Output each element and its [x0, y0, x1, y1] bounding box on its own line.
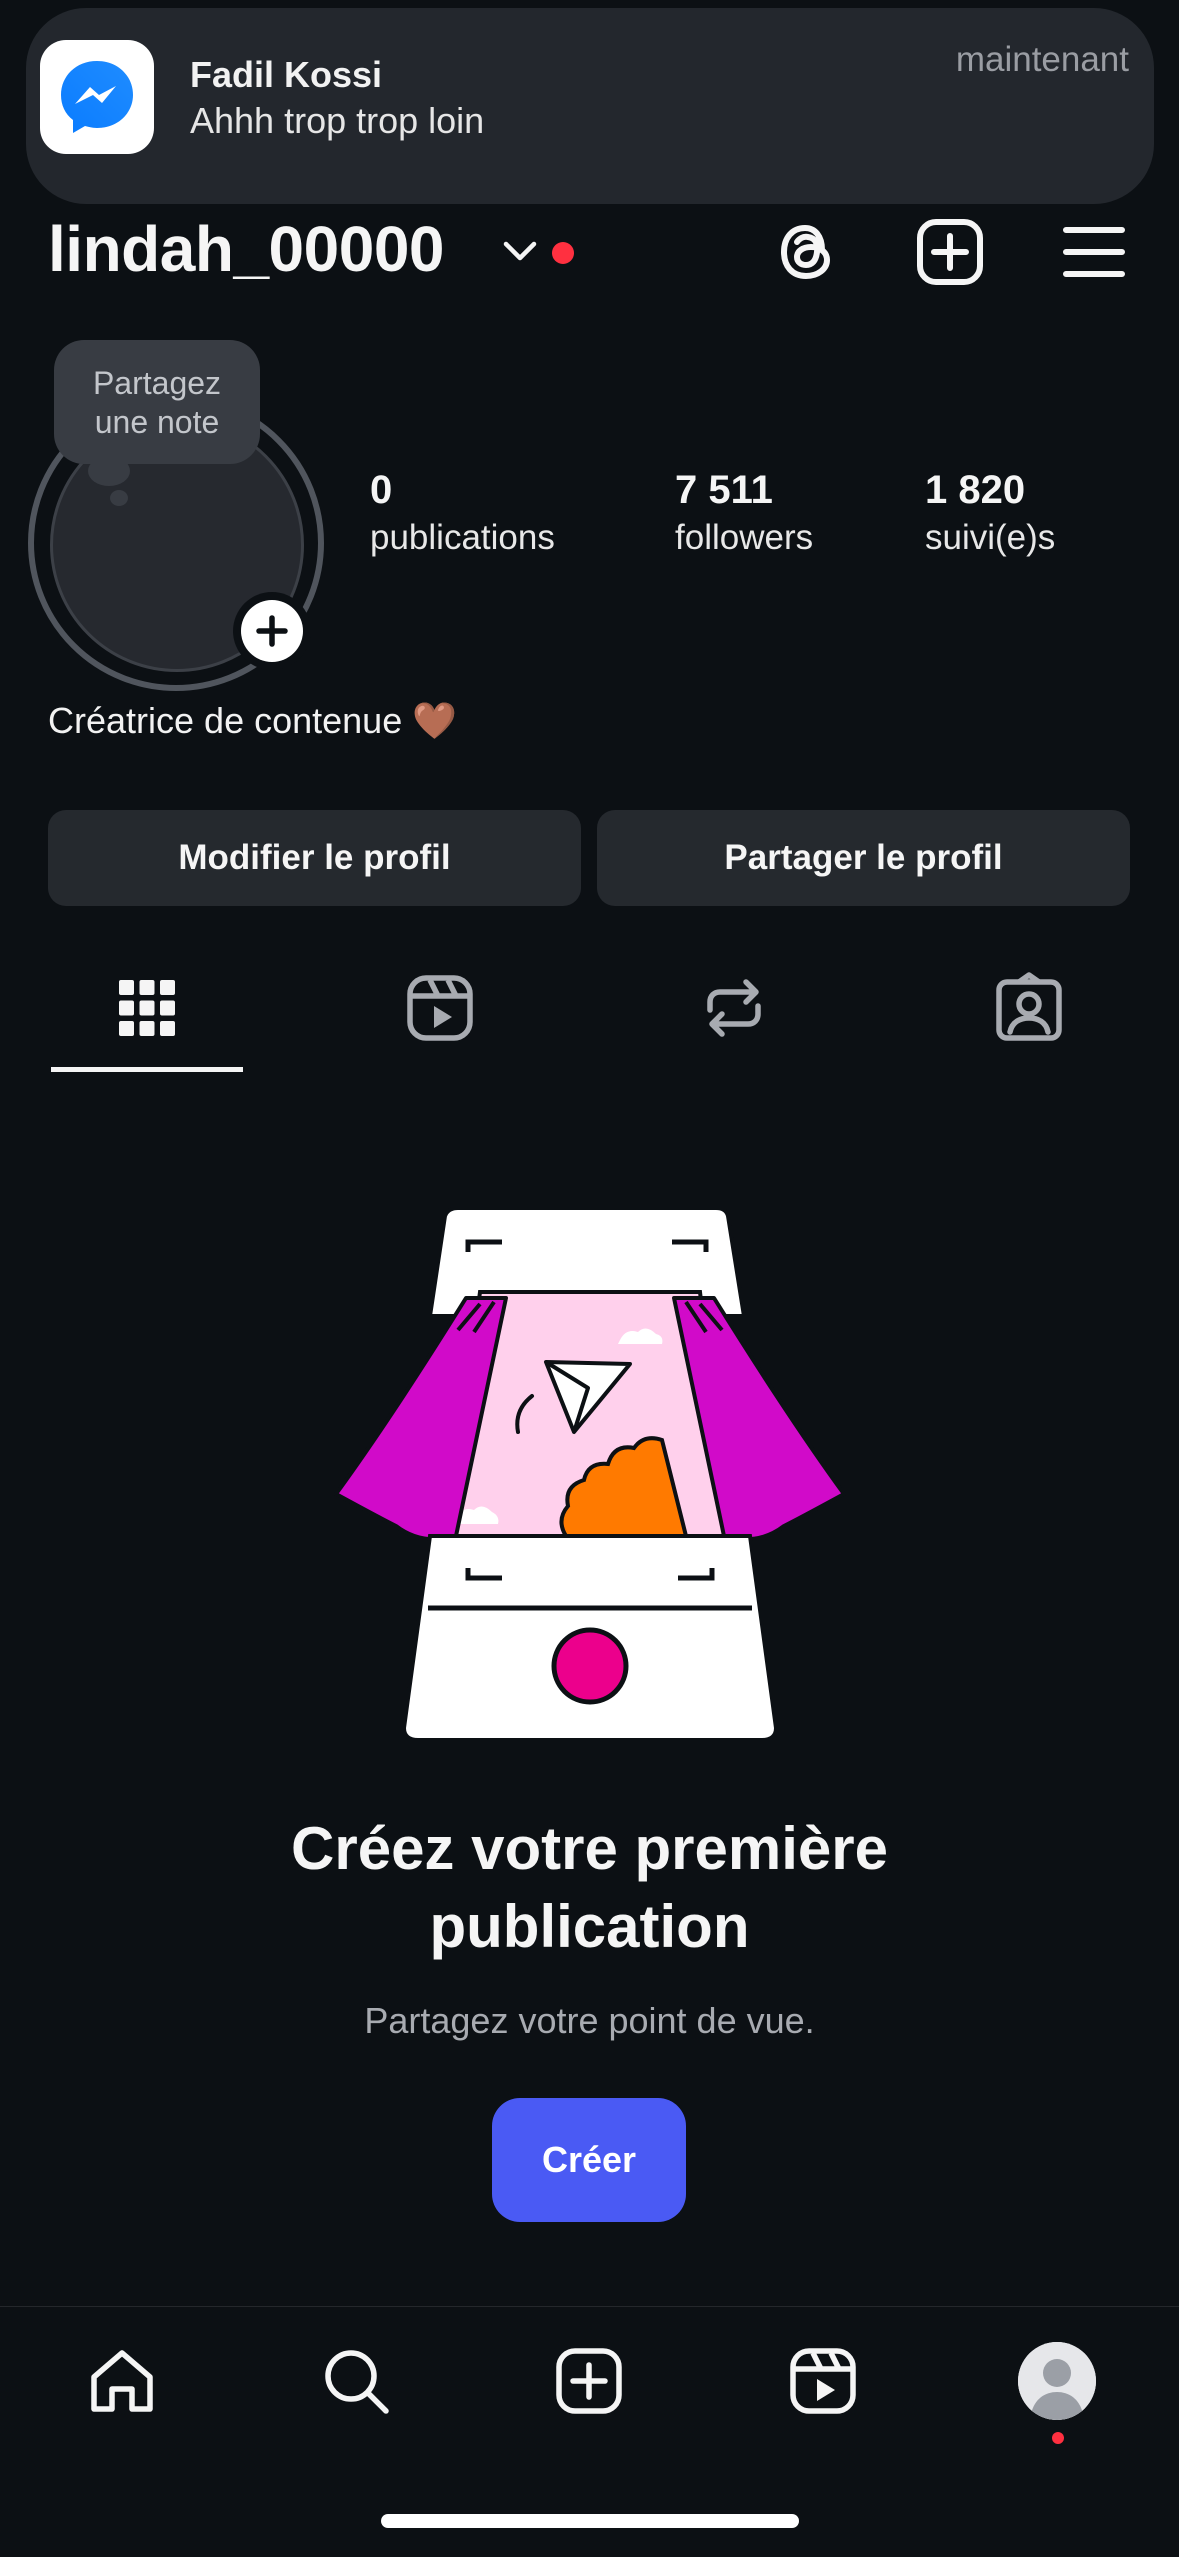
edit-profile-button[interactable]: Modifier le profil [48, 810, 581, 906]
note-prompt-line: une note [94, 404, 220, 440]
notification-message: Ahhh trop trop loin [190, 100, 485, 141]
chevron-down-icon[interactable] [500, 236, 540, 271]
threads-icon[interactable] [770, 216, 842, 288]
share-profile-button[interactable]: Partager le profil [597, 810, 1130, 906]
reels-icon[interactable] [404, 972, 476, 1044]
home-indicator[interactable] [381, 2514, 799, 2528]
messenger-icon [40, 40, 154, 154]
default-avatar-icon [1018, 2342, 1096, 2420]
notification-time: maintenant [955, 40, 1129, 79]
stat-followers-label[interactable]: followers [675, 518, 813, 558]
profile-notification-dot [1052, 2432, 1064, 2444]
empty-state-title-line: Créez votre première [291, 1815, 888, 1882]
home-icon[interactable] [86, 2345, 158, 2417]
plus-icon [241, 600, 303, 662]
note-bubble-tail [110, 490, 128, 506]
note-prompt[interactable]: Partagez une note [54, 364, 260, 442]
grid-icon[interactable] [111, 972, 183, 1044]
create-button[interactable]: Créer [492, 2098, 686, 2222]
plus-square-icon[interactable] [914, 216, 986, 288]
stat-posts-count: 0 [370, 468, 393, 512]
stat-followers-count[interactable]: 7 511 [675, 468, 773, 513]
menu-icon[interactable] [1058, 216, 1130, 288]
stat-posts-label: publications [370, 518, 555, 557]
bio: Créatrice de contenue 🤎 [48, 700, 458, 741]
empty-state-title-line: publication [429, 1893, 750, 1960]
tagged-icon[interactable] [993, 972, 1065, 1044]
username[interactable]: lindah_00000 [48, 212, 445, 286]
stat-following-count[interactable]: 1 820 [925, 468, 1025, 513]
create-icon[interactable] [553, 2345, 625, 2417]
active-tab-indicator [51, 1067, 243, 1072]
new-activity-dot [552, 242, 574, 264]
add-story-button[interactable] [233, 592, 311, 670]
stat-following-label[interactable]: suivi(e)s [925, 518, 1055, 558]
camera-illustration [334, 1206, 846, 1740]
search-icon[interactable] [320, 2345, 392, 2417]
notification-sender: Fadil Kossi [190, 54, 383, 95]
profile-avatar[interactable] [1018, 2342, 1096, 2420]
empty-state-subtitle: Partagez votre point de vue. [364, 2000, 815, 2041]
reels-icon[interactable] [787, 2345, 859, 2417]
empty-state-title: Créez votre première publication [0, 1810, 1179, 1966]
note-prompt-line: Partagez [92, 365, 222, 401]
reposts-icon[interactable] [698, 972, 770, 1044]
